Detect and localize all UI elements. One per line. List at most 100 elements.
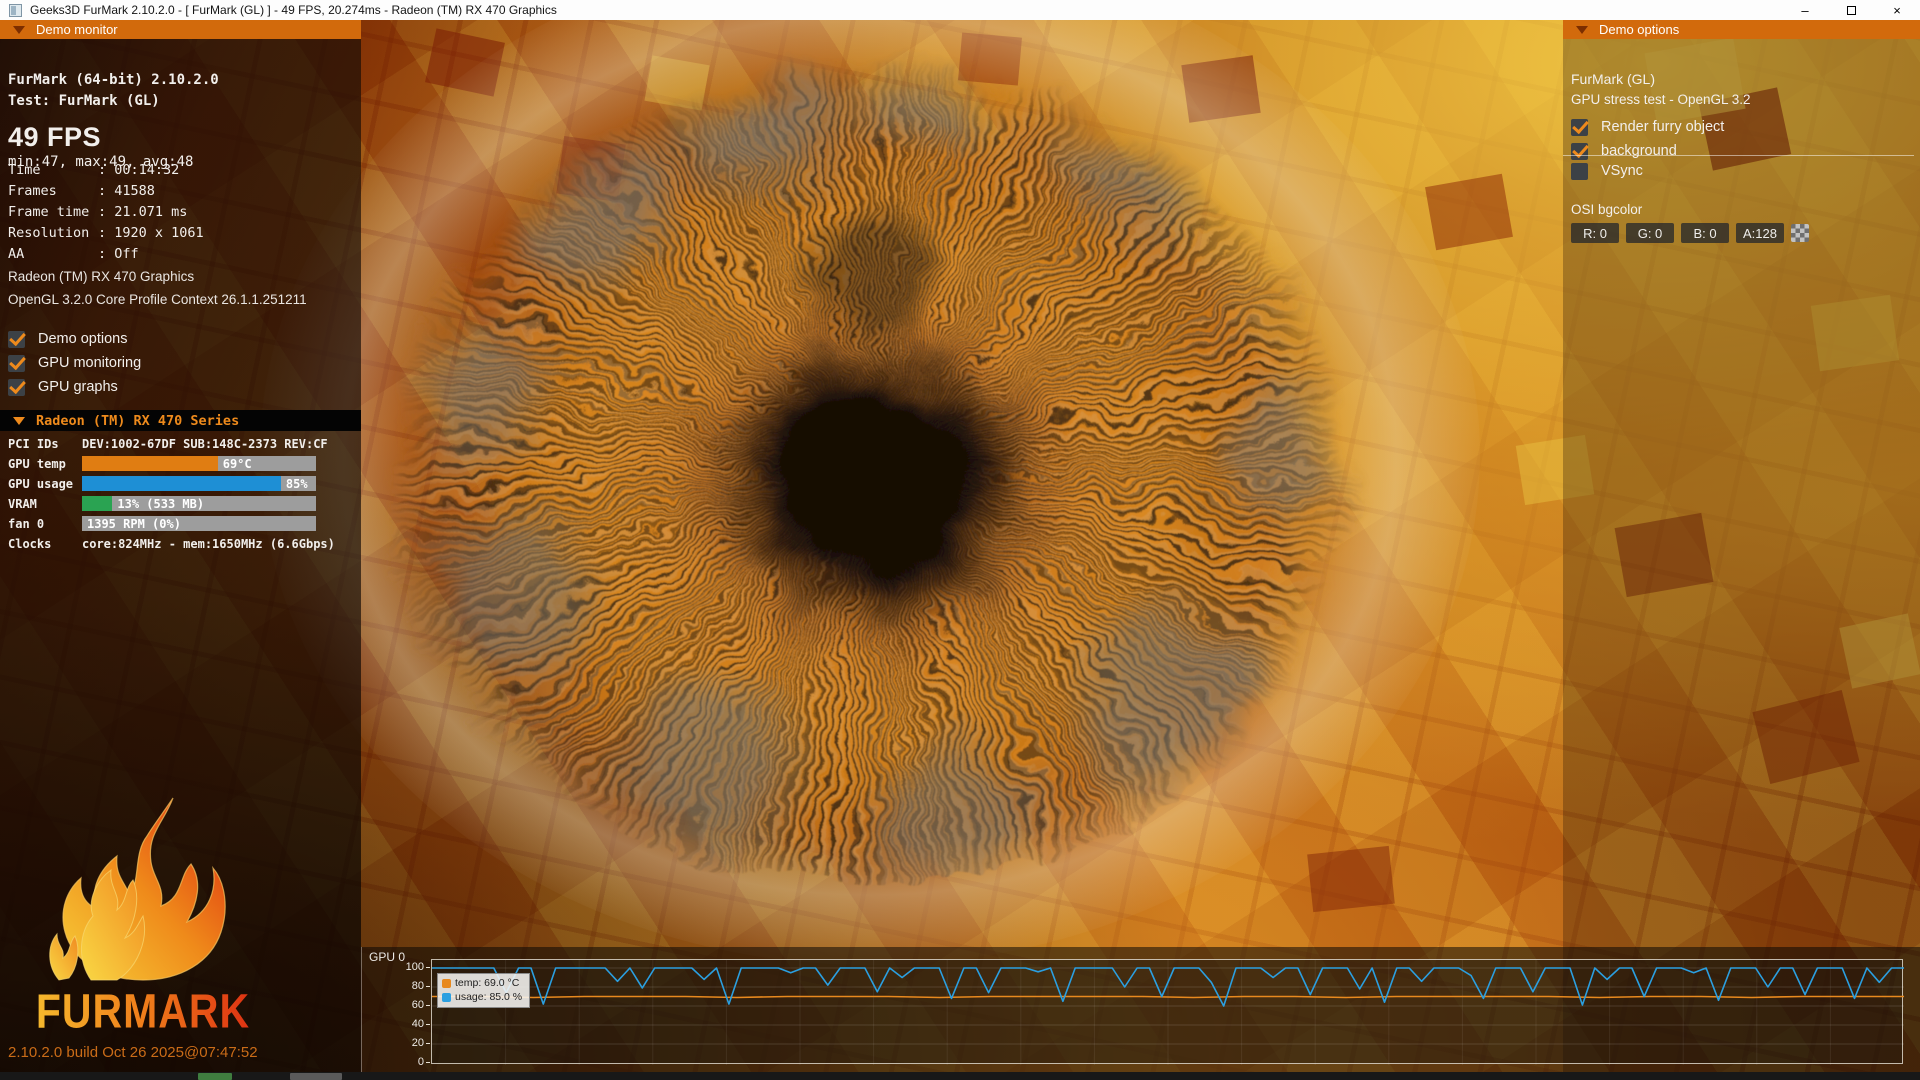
bgcolor-g-value[interactable]: G: 0 (1626, 223, 1674, 243)
meter-label: fan 0 (8, 517, 44, 531)
collapse-triangle-icon[interactable] (13, 417, 25, 425)
collapse-triangle-icon[interactable] (13, 26, 25, 34)
furry-torus (357, 35, 1387, 880)
build-info: 2.10.2.0 build Oct 26 2025@07:47:52 (8, 1044, 258, 1061)
meter-label: VRAM (8, 497, 37, 511)
checkbox-checked-icon[interactable] (8, 331, 25, 348)
stat-label: Resolution (8, 223, 98, 244)
gpu-graph-plot (431, 959, 1903, 1064)
checkbox-label: VSync (1601, 163, 1643, 179)
checkbox-gpu-monitoring[interactable]: GPU monitoring (8, 351, 141, 375)
meter-fill (82, 476, 281, 491)
y-tick-mark (426, 1062, 430, 1063)
window-title: Geeks3D FurMark 2.10.2.0 - [ FurMark (GL… (30, 3, 557, 17)
y-tick-100: 100 (394, 961, 424, 973)
taskbar[interactable] (0, 1072, 1920, 1080)
checkbox-label: Demo options (38, 331, 127, 347)
row-value: core:824MHz - mem:1650MHz (6.6Gbps) (82, 537, 335, 551)
meter-row-gpu-temp: GPU temp69°C (0, 454, 361, 474)
app-icon (9, 4, 22, 17)
y-tick-80: 80 (394, 980, 424, 992)
legend-swatch (442, 979, 451, 988)
stat-row-frame-time: Frame time: 21.071 ms (8, 202, 204, 223)
demo-monitor-panel: Demo monitor FurMark (64-bit) 2.10.2.0 T… (0, 20, 361, 1072)
meter-row-gpu-usage: GPU usage 85% (0, 474, 361, 494)
y-tick-40: 40 (394, 1018, 424, 1030)
bgcolor-r-value[interactable]: R: 0 (1571, 223, 1619, 243)
checkbox-gpu-graphs[interactable]: GPU graphs (8, 375, 141, 399)
meter-track: 13% (533 MB) (82, 496, 316, 511)
vsync-toggle-holder: VSync (1571, 159, 1643, 183)
y-tick-0: 0 (394, 1056, 424, 1068)
collapse-triangle-icon[interactable] (1576, 26, 1588, 34)
row-value: DEV:1002-67DF SUB:148C-2373 REV:CF (82, 437, 328, 451)
monitor-toggle-list: Demo options GPU monitoring GPU graphs (8, 327, 141, 399)
bgcolor-b-value[interactable]: B: 0 (1681, 223, 1729, 243)
stat-row-time: Time: 00:14:32 (8, 160, 204, 181)
legend-swatch (442, 993, 451, 1002)
y-tick-20: 20 (394, 1037, 424, 1049)
fur-gray-patches (357, 35, 1387, 880)
panel-title: Demo options (1599, 22, 1679, 37)
gpu-section-header[interactable]: Radeon (TM) RX 470 Series (0, 410, 361, 431)
divider (1563, 155, 1914, 156)
meter-label: GPU usage (8, 477, 73, 491)
gpu-graph-lines (432, 960, 1904, 1065)
stat-label: Frame time (8, 202, 98, 223)
demo-monitor-header[interactable]: Demo monitor (0, 20, 361, 39)
stat-row-resolution: Resolution: 1920 x 1061 (8, 223, 204, 244)
checkbox-label: GPU monitoring (38, 355, 141, 371)
y-tick-60: 60 (394, 999, 424, 1011)
window-controls: – × (1782, 0, 1920, 20)
clocks-row: Clockscore:824MHz - mem:1650MHz (6.6Gbps… (0, 534, 361, 554)
meter-row-vram: VRAM 13% (533 MB) (0, 494, 361, 514)
stat-value: : Off (98, 246, 139, 262)
fps-counter: 49 FPS (8, 122, 101, 153)
stat-value: : 41588 (98, 183, 155, 199)
panel-title: Demo monitor (36, 22, 118, 37)
gpu-section-title: Radeon (TM) RX 470 Series (36, 413, 239, 429)
checkbox-label: Render furry object (1601, 119, 1724, 135)
taskbar-item[interactable] (290, 1073, 342, 1080)
y-tick-mark (426, 1005, 430, 1006)
pci-ids-row: PCI IDsDEV:1002-67DF SUB:148C-2373 REV:C… (0, 434, 361, 454)
window-title-bar: Geeks3D FurMark 2.10.2.0 - [ FurMark (GL… (0, 0, 1920, 20)
options-test-title: FurMark (GL) (1571, 71, 1655, 87)
gpu-monitor-rows: PCI IDsDEV:1002-67DF SUB:148C-2373 REV:C… (0, 434, 361, 554)
meter-fill (82, 496, 112, 511)
stat-label: Frames (8, 181, 98, 202)
checkbox-demo-options[interactable]: Demo options (8, 327, 141, 351)
checkbox-checked-icon[interactable] (8, 379, 25, 396)
session-stats: Time: 00:14:32Frames: 41588Frame time: 2… (8, 160, 204, 265)
y-tick-mark (426, 967, 430, 968)
legend-entry-usage: usage: 85.0 % (442, 990, 522, 1004)
stat-value: : 00:14:32 (98, 162, 179, 178)
stat-row-frames: Frames: 41588 (8, 181, 204, 202)
checkbox-unchecked-icon[interactable] (1571, 163, 1588, 180)
osi-bgcolor-values: R: 0 G: 0 B: 0 A:128 (1571, 223, 1809, 243)
checkbox-vsync[interactable]: VSync (1571, 159, 1643, 183)
maximize-button[interactable] (1828, 0, 1874, 20)
checkbox-label: GPU graphs (38, 379, 118, 395)
checkbox-checked-icon[interactable] (1571, 143, 1588, 160)
meter-track: 69°C (82, 456, 316, 471)
app-version-line: FurMark (64-bit) 2.10.2.0 (8, 72, 219, 88)
demo-options-header[interactable]: Demo options (1563, 20, 1920, 39)
y-tick-mark (426, 1024, 430, 1025)
minimize-icon: – (1801, 3, 1808, 18)
gl-context-line: OpenGL 3.2.0 Core Profile Context 26.1.1… (8, 292, 307, 307)
minimize-button[interactable]: – (1782, 0, 1828, 20)
bgcolor-a-value[interactable]: A:128 (1736, 223, 1784, 243)
options-test-subtitle: GPU stress test - OpenGL 3.2 (1571, 92, 1751, 107)
meter-value: 85% (286, 477, 308, 491)
checkbox-checked-icon[interactable] (8, 355, 25, 372)
legend-entry-temp: temp: 69.0 °C (442, 976, 522, 990)
gpu-graph-widget: GPU 0 100806040200 temp: 69.0 °Cusage: 8… (361, 947, 1920, 1072)
checkbox-render-furry-object[interactable]: Render furry object (1571, 115, 1724, 139)
checkbox-checked-icon[interactable] (1571, 119, 1588, 136)
close-button[interactable]: × (1874, 0, 1920, 20)
gpu-name-line: Radeon (TM) RX 470 Graphics (8, 269, 194, 284)
taskbar-item[interactable] (198, 1073, 232, 1080)
checkbox-label: background (1601, 143, 1677, 159)
osi-bgcolor-label: OSI bgcolor (1571, 202, 1642, 217)
